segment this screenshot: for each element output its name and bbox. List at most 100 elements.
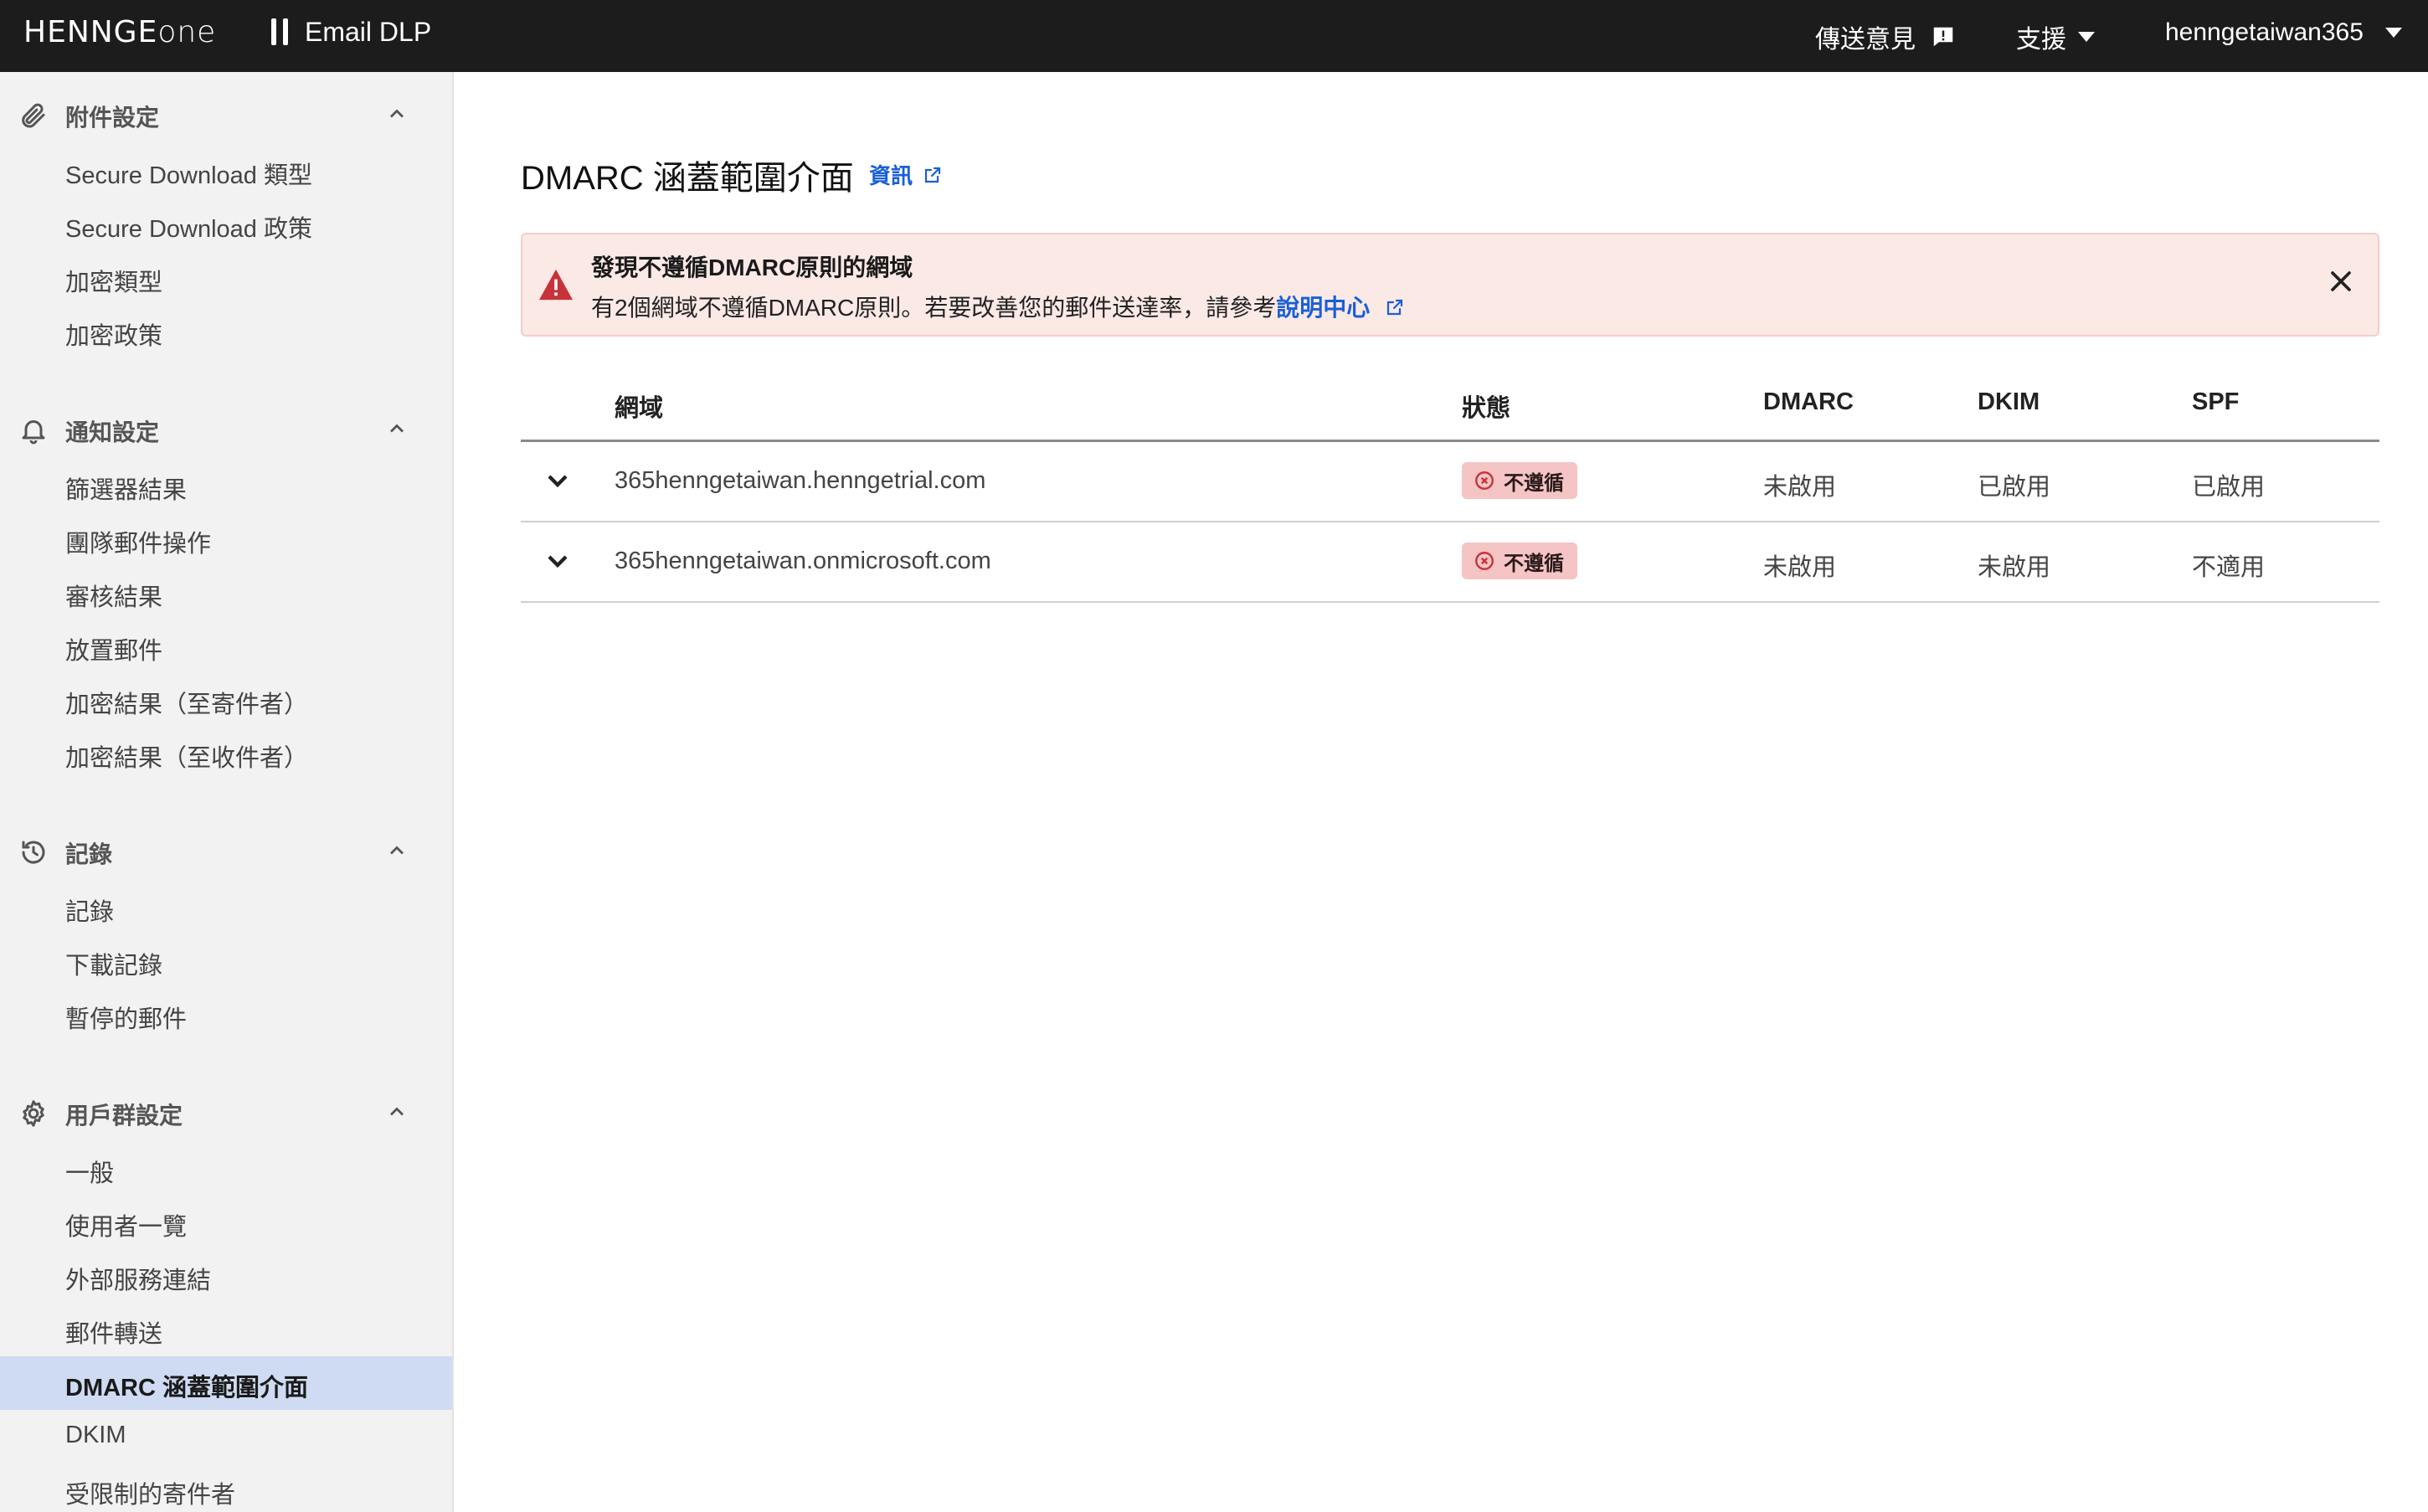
sidebar-item-mail-forwarding[interactable]: 郵件轉送 bbox=[0, 1303, 452, 1356]
sidebar-section-title: 通知設定 bbox=[65, 419, 160, 445]
sidebar-item-label: DKIM bbox=[65, 1422, 126, 1448]
paperclip-icon bbox=[22, 103, 45, 128]
dmarc-warning-alert: 發現不遵循DMARC原則的網域 有2個網域不遵循DMARC原則。若要改善您的郵件… bbox=[521, 233, 2379, 337]
status-badge-label: 不遵循 bbox=[1504, 552, 1564, 575]
column-header-dmarc[interactable]: DMARC bbox=[1763, 388, 1854, 416]
sidebar-item-logs[interactable]: 記錄 bbox=[0, 881, 452, 934]
sidebar-item-encryption-type[interactable]: 加密類型 bbox=[0, 251, 452, 305]
chevron-up-icon[interactable] bbox=[385, 417, 409, 440]
sidebar-section-notifications[interactable]: 通知設定 bbox=[0, 404, 452, 454]
page-title: DMARC 涵蓋範圍介面 bbox=[521, 160, 854, 197]
logo-main: HENNGE bbox=[23, 15, 158, 49]
gear-icon bbox=[23, 1100, 44, 1127]
sidebar-item-held-mail[interactable]: 放置郵件 bbox=[0, 620, 452, 673]
sidebar-item-label: Secure Download 類型 bbox=[65, 162, 312, 189]
feedback-label: 傳送意見 bbox=[1815, 26, 1916, 54]
chevron-up-icon[interactable] bbox=[385, 839, 409, 862]
sidebar-section-title: 用戶群設定 bbox=[65, 1103, 183, 1129]
sidebar-item-label: 使用者一覽 bbox=[65, 1214, 188, 1241]
sidebar-item-label: 一般 bbox=[65, 1160, 115, 1187]
domain-cell: 365henngetaiwan.onmicrosoft.com bbox=[615, 548, 991, 574]
sidebar-item-encryption-policy[interactable]: 加密政策 bbox=[0, 305, 452, 358]
sidebar-item-encryption-results-sender[interactable]: 加密結果（至寄件者） bbox=[0, 673, 452, 727]
sidebar-item-download-logs[interactable]: 下載記錄 bbox=[0, 934, 452, 988]
caret-down-icon bbox=[2078, 32, 2095, 42]
sidebar-item-label: 審核結果 bbox=[65, 584, 163, 611]
feedback-button[interactable]: 傳送意見 bbox=[1815, 18, 1956, 55]
sidebar-section-title: 記錄 bbox=[65, 841, 113, 867]
sidebar-item-label: 加密政策 bbox=[65, 323, 163, 350]
alert-title: 發現不遵循DMARC原則的網域 bbox=[591, 255, 913, 280]
sidebar-item-label: 外部服務連結 bbox=[65, 1268, 212, 1294]
sidebar-item-label: 篩選器結果 bbox=[65, 477, 188, 504]
sidebar-item-label: 下載記錄 bbox=[65, 953, 163, 980]
sidebar-item-team-mail-actions[interactable]: 團隊郵件操作 bbox=[0, 512, 452, 566]
chevron-down-icon[interactable] bbox=[541, 464, 574, 497]
chevron-down-icon[interactable] bbox=[541, 544, 574, 578]
dmarc-cell: 未啟用 bbox=[1763, 474, 1837, 501]
status-badge: 不遵循 bbox=[1462, 462, 1577, 499]
sidebar-item-label: DMARC 涵蓋範圍介面 bbox=[65, 1375, 308, 1401]
column-header-spf[interactable]: SPF bbox=[2192, 388, 2239, 416]
sidebar-section-attachments[interactable]: 附件設定 bbox=[0, 89, 452, 139]
sidebar-item-user-list[interactable]: 使用者一覽 bbox=[0, 1196, 452, 1249]
sidebar-item-dkim[interactable]: DKIM bbox=[0, 1410, 452, 1463]
external-link-icon bbox=[924, 167, 941, 183]
info-link[interactable]: 資訊 bbox=[869, 159, 943, 190]
chevron-up-icon[interactable] bbox=[385, 102, 409, 126]
status-badge-label: 不遵循 bbox=[1504, 471, 1564, 495]
caret-down-icon bbox=[2384, 28, 2402, 38]
support-label: 支援 bbox=[2016, 26, 2066, 54]
dkim-cell: 已啟用 bbox=[1978, 474, 2051, 501]
spf-cell: 不適用 bbox=[2192, 554, 2266, 581]
sidebar-item-filter-results[interactable]: 篩選器結果 bbox=[0, 459, 452, 512]
sidebar-section-tenant-settings[interactable]: 用戶群設定 bbox=[0, 1087, 452, 1137]
dmarc-cell: 未啟用 bbox=[1763, 554, 1837, 581]
sidebar-item-review-results[interactable]: 審核結果 bbox=[0, 566, 452, 620]
sidebar-item-label: 加密結果（至收件者） bbox=[65, 745, 309, 772]
dkim-cell: 未啟用 bbox=[1978, 554, 2051, 581]
sidebar-item-external-services[interactable]: 外部服務連結 bbox=[0, 1249, 452, 1303]
product-name: Email DLP bbox=[305, 17, 432, 47]
sidebar-item-secure-download-type[interactable]: Secure Download 類型 bbox=[0, 144, 452, 198]
history-icon bbox=[22, 841, 45, 864]
top-bar: HENNGEone Email DLP 傳送意見 支援 henngetaiwan… bbox=[0, 0, 2428, 72]
sidebar-item-label: 加密結果（至寄件者） bbox=[65, 692, 309, 718]
circle-x-icon bbox=[1475, 552, 1494, 570]
help-center-link[interactable]: 說明中心 bbox=[1276, 295, 1405, 321]
table-row[interactable]: 365henngetaiwan.henngetrial.com 不遵循 未啟用 … bbox=[521, 442, 2379, 522]
sidebar-item-encryption-results-recipient[interactable]: 加密結果（至收件者） bbox=[0, 727, 452, 780]
domain-cell: 365henngetaiwan.henngetrial.com bbox=[615, 467, 986, 494]
support-menu[interactable]: 支援 bbox=[2016, 18, 2095, 55]
sidebar-item-suspended-mail[interactable]: 暫停的郵件 bbox=[0, 988, 452, 1041]
external-link-icon bbox=[1386, 299, 1403, 316]
sidebar-section-title: 附件設定 bbox=[65, 105, 160, 131]
column-header-status[interactable]: 狀態 bbox=[1462, 388, 1510, 424]
sidebar-item-label: 記錄 bbox=[65, 899, 115, 926]
close-icon[interactable] bbox=[2324, 265, 2358, 298]
spf-cell: 已啟用 bbox=[2192, 474, 2266, 501]
column-header-dkim[interactable]: DKIM bbox=[1978, 388, 2040, 416]
column-header-domain[interactable]: 網域 bbox=[615, 388, 663, 424]
sidebar-item-secure-download-policy[interactable]: Secure Download 政策 bbox=[0, 198, 452, 251]
logo-sub: one bbox=[157, 15, 217, 49]
sidebar-item-label: 加密類型 bbox=[65, 270, 163, 296]
product-divider-icon bbox=[270, 18, 290, 45]
info-link-label: 資訊 bbox=[869, 163, 913, 188]
sidebar-item-restricted-senders[interactable]: 受限制的寄件者 bbox=[0, 1463, 452, 1512]
user-menu[interactable]: henngetaiwan365 bbox=[2165, 18, 2402, 47]
sidebar-item-label: 受限制的寄件者 bbox=[65, 1482, 236, 1509]
table-header: 網域 狀態 DMARC DKIM SPF bbox=[521, 375, 2379, 442]
warning-triangle-icon bbox=[539, 269, 573, 301]
alert-body: 有2個網域不遵循DMARC原則。若要改善您的郵件送達率，請參考說明中心 bbox=[591, 290, 1405, 323]
sidebar-item-dmarc-coverage[interactable]: DMARC 涵蓋範圍介面 bbox=[0, 1356, 452, 1410]
chevron-up-icon[interactable] bbox=[385, 1100, 409, 1124]
alert-body-text: 有2個網域不遵循DMARC原則。若要改善您的郵件送達率，請參考 bbox=[591, 295, 1277, 321]
sidebar-section-logs[interactable]: 記錄 bbox=[0, 825, 452, 876]
circle-x-icon bbox=[1475, 471, 1494, 490]
sidebar-item-label: Secure Download 政策 bbox=[65, 216, 312, 243]
table-row[interactable]: 365henngetaiwan.onmicrosoft.com 不遵循 未啟用 … bbox=[521, 522, 2379, 603]
sidebar-item-general[interactable]: 一般 bbox=[0, 1142, 452, 1196]
feedback-icon bbox=[1933, 27, 1953, 47]
henngeone-logo[interactable]: HENNGEone bbox=[23, 15, 216, 49]
